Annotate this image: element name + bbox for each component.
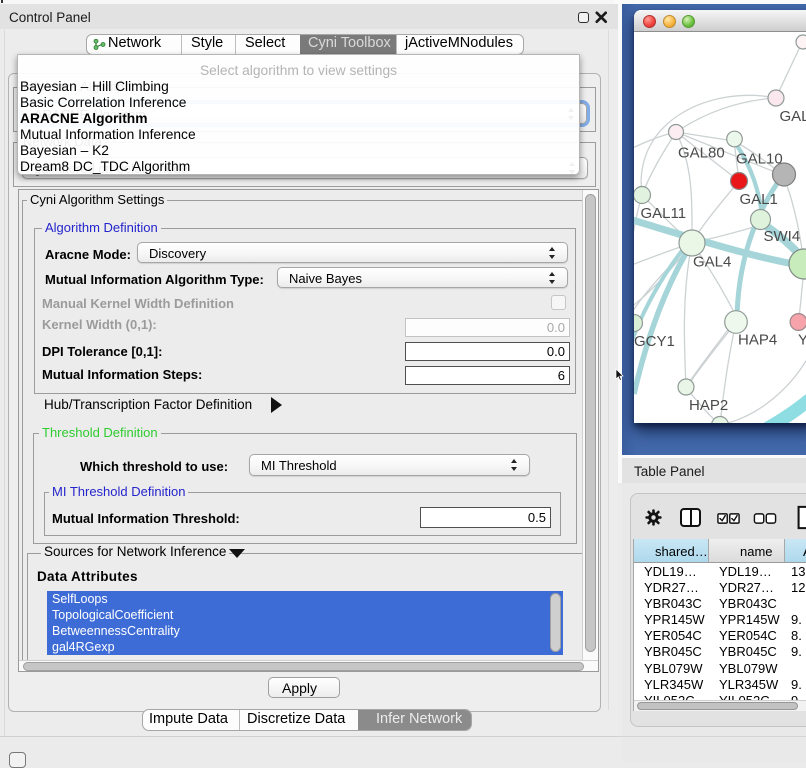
svg-text:GAL10: GAL10: [736, 151, 783, 168]
svg-text:HAP4: HAP4: [738, 332, 777, 349]
svg-text:YEL: YEL: [798, 332, 806, 349]
svg-text:GAL4: GAL4: [693, 254, 731, 271]
svg-text:SWI4: SWI4: [764, 228, 801, 245]
svg-text:GAL80: GAL80: [678, 145, 725, 162]
svg-text:GAL11: GAL11: [641, 205, 687, 222]
svg-text:HAP2: HAP2: [689, 397, 728, 414]
svg-text:GAL2: GAL2: [780, 108, 806, 125]
svg-text:GAL1: GAL1: [740, 191, 778, 208]
svg-text:GCY1: GCY1: [634, 333, 675, 350]
